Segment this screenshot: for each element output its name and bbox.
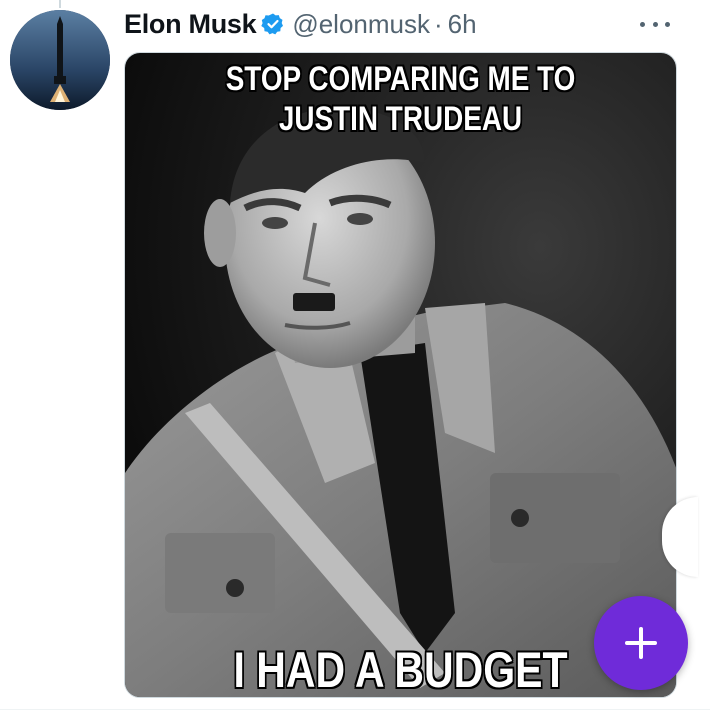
divider: [0, 709, 710, 710]
user-handle[interactable]: @elonmusk: [292, 9, 430, 40]
separator-dot: ·: [434, 8, 443, 39]
rocket-launch-icon: [10, 10, 110, 110]
plus-icon: [625, 627, 657, 659]
dot-icon: [640, 21, 645, 27]
meme-photo: [125, 53, 676, 697]
verified-badge-icon: [261, 12, 285, 36]
more-options-icon[interactable]: [640, 16, 670, 32]
dot-icon: [652, 21, 658, 27]
thread-connector-line: [59, 0, 61, 8]
compose-tweet-button[interactable]: [594, 596, 688, 690]
meme-top-caption: STOP COMPARING ME TO JUSTIN TRUDEAU: [225, 60, 576, 138]
avatar[interactable]: [10, 10, 110, 110]
tweet-header: Elon Musk @elonmusk · 6h: [124, 4, 477, 44]
timestamp[interactable]: 6h: [448, 9, 477, 40]
tweet-media-image[interactable]: STOP COMPARING ME TO JUSTIN TRUDEAU I HA…: [124, 52, 677, 698]
display-name[interactable]: Elon Musk: [124, 9, 257, 40]
dot-icon: [665, 21, 670, 27]
meme-bottom-caption: I HAD A BUDGET: [233, 642, 568, 698]
tweet[interactable]: Elon Musk @elonmusk · 6h STOP COMPARING …: [0, 0, 710, 716]
